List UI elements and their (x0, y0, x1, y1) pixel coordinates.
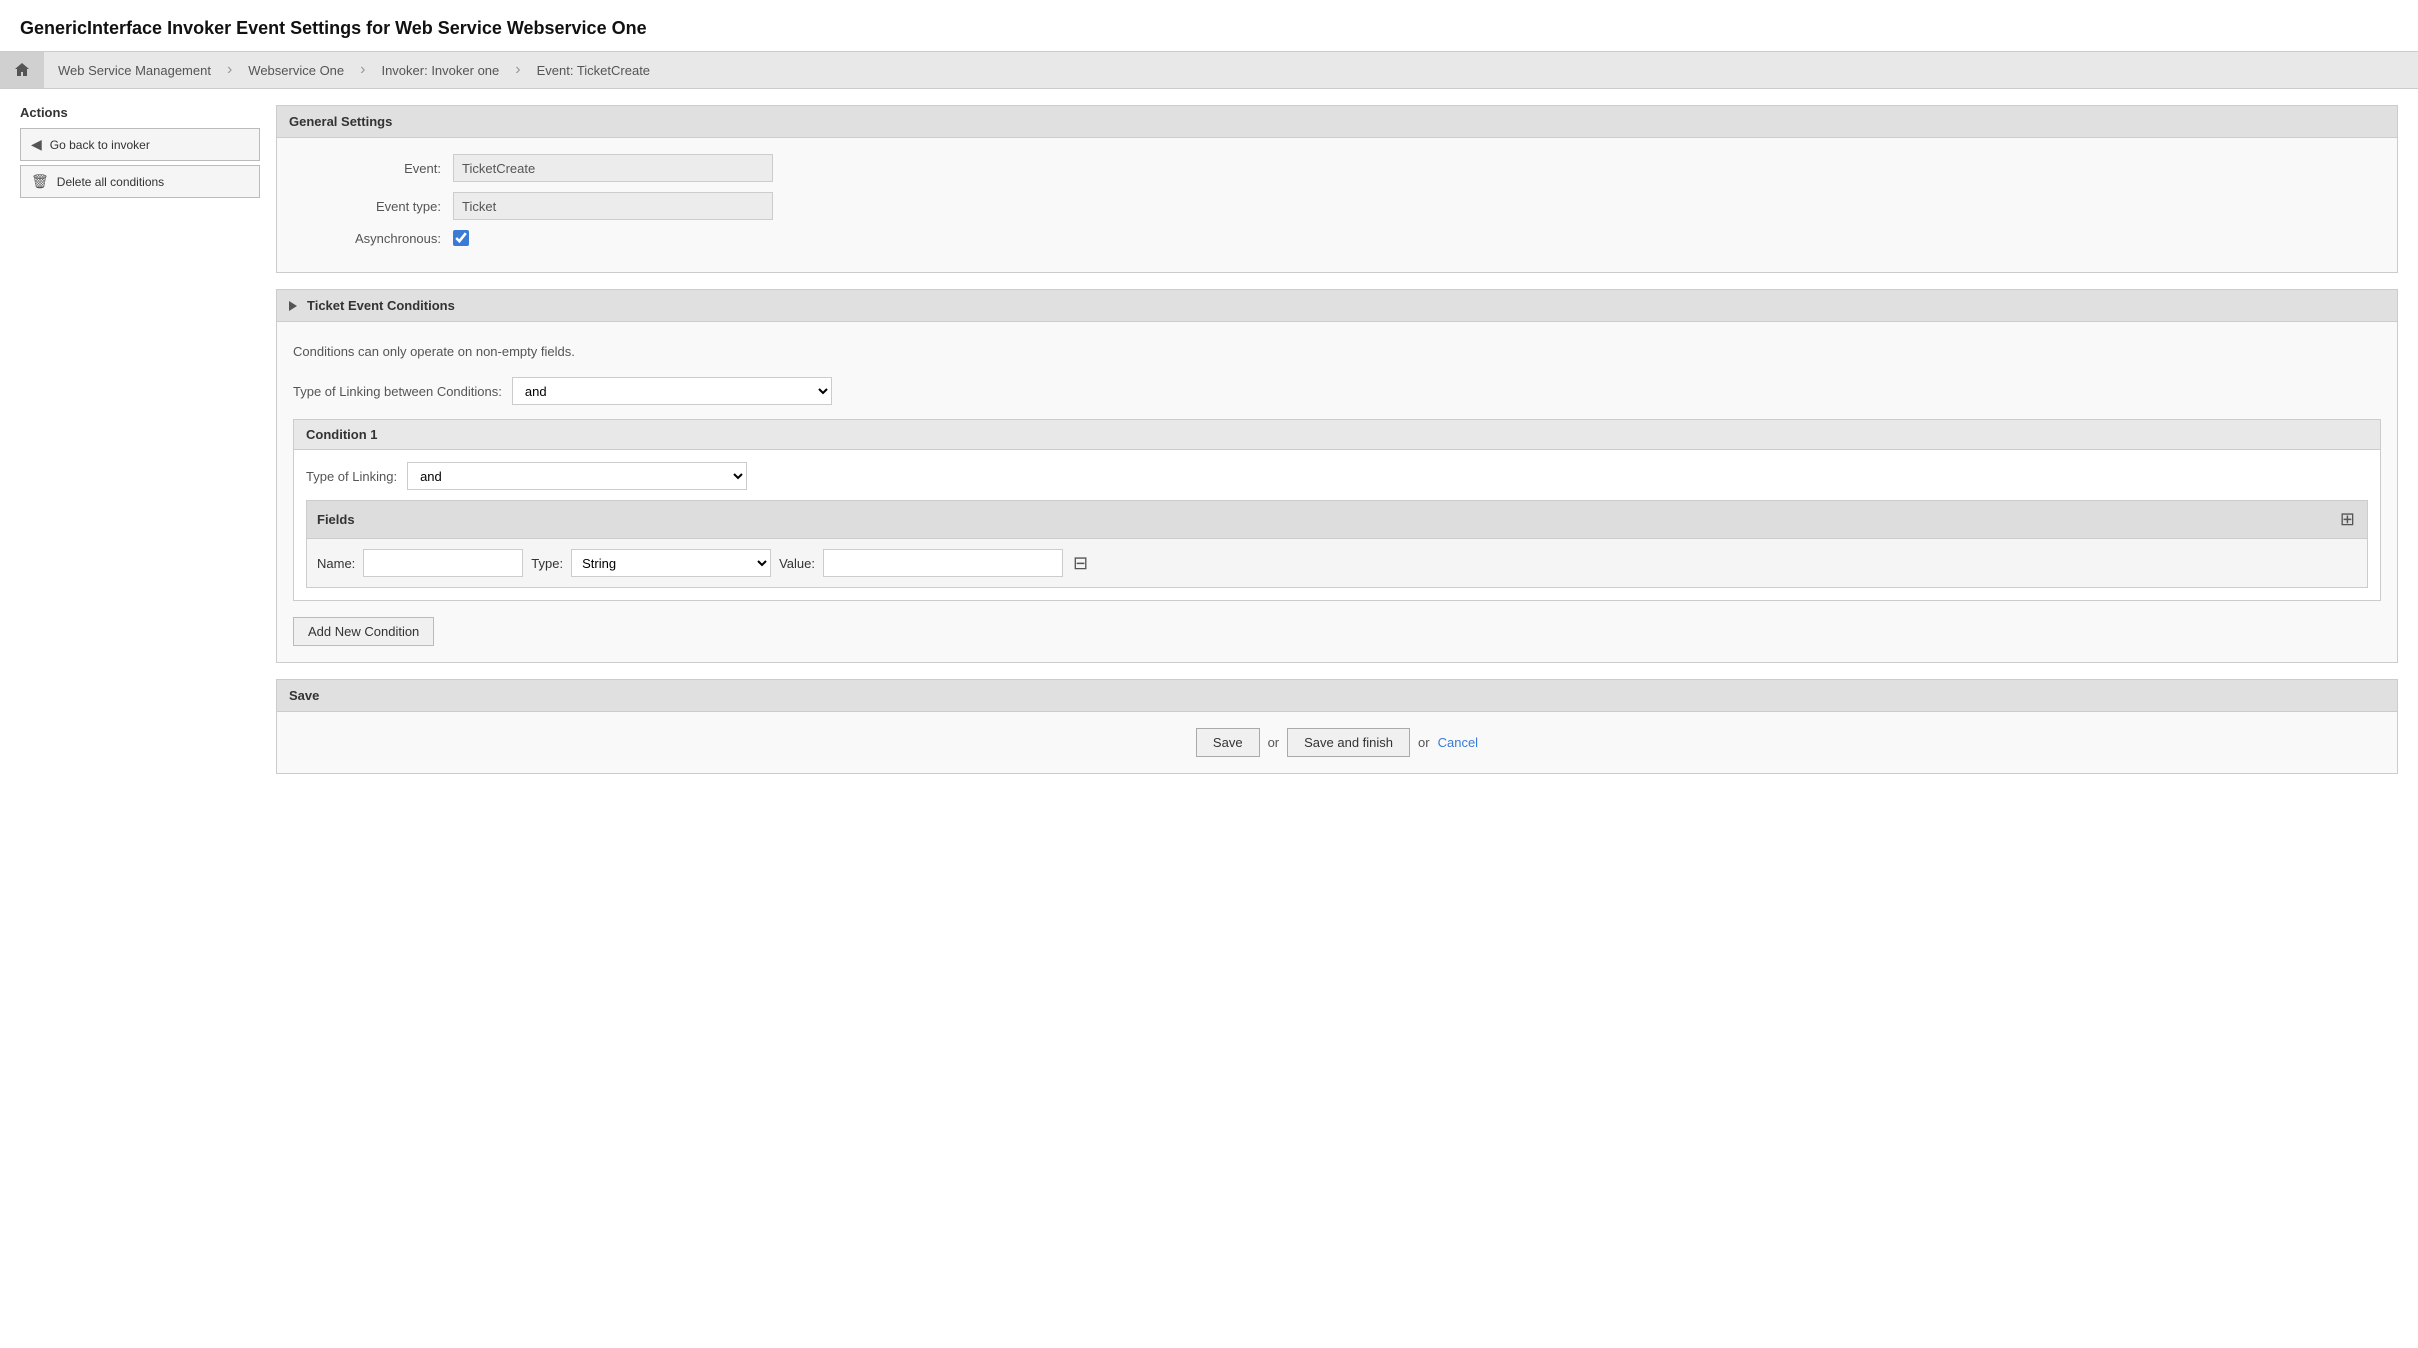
field-row-1: Name: Type: String Regexp Transition Val… (317, 549, 2357, 577)
field-value-input[interactable] (823, 549, 1063, 577)
event-type-input[interactable] (453, 192, 773, 220)
fields-body: Name: Type: String Regexp Transition Val… (307, 539, 2367, 587)
asynchronous-row: Asynchronous: (293, 230, 2381, 246)
breadcrumb-item-invoker-one[interactable]: Invoker: Invoker one (367, 53, 513, 88)
trash-icon: 🗑 (31, 173, 49, 190)
linking-between-conditions-row: Type of Linking between Conditions: and … (293, 377, 2381, 405)
breadcrumb: Web Service Management › Webservice One … (0, 51, 2418, 89)
breadcrumb-item-event-ticketcreate: Event: TicketCreate (523, 53, 664, 88)
asynchronous-checkbox[interactable] (453, 230, 469, 246)
conditions-note: Conditions can only operate on non-empty… (293, 338, 2381, 365)
event-type-label: Event type: (293, 199, 453, 214)
ticket-event-conditions-body: Conditions can only operate on non-empty… (277, 322, 2397, 662)
event-row: Event: (293, 154, 2381, 182)
breadcrumb-sep-1: › (225, 61, 234, 79)
add-condition-label: Add New Condition (308, 624, 419, 639)
field-type-label: Type: (531, 556, 563, 571)
delete-conditions-button[interactable]: 🗑 Delete all conditions (20, 165, 260, 198)
general-settings-header: General Settings (277, 106, 2397, 138)
sidebar: Actions ◀ Go back to invoker 🗑 Delete al… (20, 105, 260, 790)
page-title: GenericInterface Invoker Event Settings … (0, 0, 2418, 51)
back-icon: ◀ (31, 136, 42, 153)
condition-1-body: Type of Linking: and or Fields ⊞ (294, 450, 2380, 600)
or-text-2: or (1418, 735, 1430, 750)
ticket-event-conditions-section: Ticket Event Conditions Conditions can o… (276, 289, 2398, 663)
remove-field-button[interactable]: ⊟ (1071, 551, 1090, 576)
ticket-event-conditions-header: Ticket Event Conditions (277, 290, 2397, 322)
breadcrumb-sep-3: › (513, 61, 522, 79)
save-section-body: Save or Save and finish or Cancel (277, 712, 2397, 773)
breadcrumb-item-web-service-management[interactable]: Web Service Management (44, 53, 225, 88)
cancel-link[interactable]: Cancel (1438, 735, 1478, 750)
breadcrumb-item-webservice-one[interactable]: Webservice One (234, 53, 358, 88)
event-label: Event: (293, 161, 453, 176)
plus-icon: ⊞ (2340, 509, 2355, 529)
minus-icon: ⊟ (1073, 553, 1088, 573)
condition-box-1: Condition 1 Type of Linking: and or (293, 419, 2381, 601)
go-back-button[interactable]: ◀ Go back to invoker (20, 128, 260, 161)
condition-1-linking-label: Type of Linking: (306, 469, 397, 484)
condition-1-linking-select[interactable]: and or (407, 462, 747, 490)
save-section-header: Save (277, 680, 2397, 712)
sidebar-title: Actions (20, 105, 260, 120)
home-icon (14, 62, 30, 78)
add-field-button[interactable]: ⊞ (2338, 507, 2357, 532)
fields-title: Fields (317, 512, 355, 527)
field-name-input[interactable] (363, 549, 523, 577)
ticket-event-conditions-title: Ticket Event Conditions (307, 298, 455, 313)
linking-between-label: Type of Linking between Conditions: (293, 384, 502, 399)
condition-1-header: Condition 1 (294, 420, 2380, 450)
general-settings-section: General Settings Event: Event type: Asyn… (276, 105, 2398, 273)
delete-conditions-label: Delete all conditions (57, 175, 164, 189)
general-settings-title: General Settings (289, 114, 392, 129)
linking-between-select[interactable]: and or (512, 377, 832, 405)
event-input[interactable] (453, 154, 773, 182)
field-name-label: Name: (317, 556, 355, 571)
breadcrumb-home[interactable] (0, 52, 44, 88)
or-text-1: or (1268, 735, 1280, 750)
asynchronous-label: Asynchronous: (293, 231, 453, 246)
field-value-label: Value: (779, 556, 815, 571)
condition-1-linking-row: Type of Linking: and or (306, 462, 2368, 490)
add-new-condition-button[interactable]: Add New Condition (293, 617, 434, 646)
general-settings-body: Event: Event type: Asynchronous: (277, 138, 2397, 272)
breadcrumb-sep-2: › (358, 61, 367, 79)
go-back-label: Go back to invoker (50, 138, 150, 152)
fields-header: Fields ⊞ (307, 501, 2367, 539)
save-button[interactable]: Save (1196, 728, 1260, 757)
save-finish-button[interactable]: Save and finish (1287, 728, 1410, 757)
save-section: Save Save or Save and finish or Cancel (276, 679, 2398, 774)
event-type-row: Event type: (293, 192, 2381, 220)
main-content: General Settings Event: Event type: Asyn… (276, 105, 2398, 790)
condition-1-title: Condition 1 (306, 427, 378, 442)
fields-box: Fields ⊞ Name: Type: (306, 500, 2368, 588)
field-type-select[interactable]: String Regexp Transition Validation Modu… (571, 549, 771, 577)
triangle-icon (289, 301, 297, 311)
